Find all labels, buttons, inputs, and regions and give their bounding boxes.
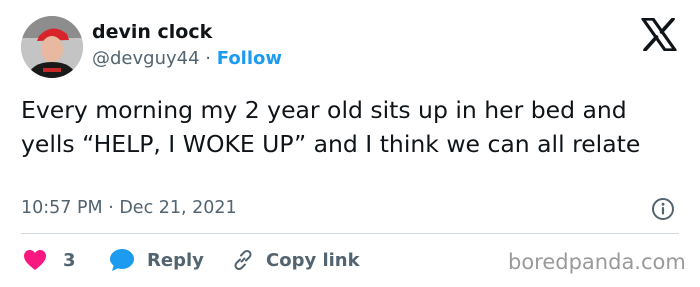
link-icon: [234, 249, 252, 271]
reply-label: Reply: [147, 249, 204, 271]
heart-icon: [24, 250, 46, 270]
watermark: boredpanda.com: [508, 250, 686, 274]
reply-bubble-icon: [110, 249, 134, 271]
handle-separator: ·: [205, 48, 212, 69]
x-logo-icon[interactable]: [641, 18, 677, 51]
author-name[interactable]: devin clock: [92, 21, 212, 43]
tweet-actions: 3 Reply Copy link: [21, 247, 481, 273]
info-icon[interactable]: [651, 197, 675, 221]
follow-button[interactable]: Follow: [217, 48, 282, 69]
avatar[interactable]: [21, 16, 83, 78]
divider: [21, 233, 679, 234]
author-handle[interactable]: @devguy44: [92, 48, 200, 69]
copy-link-button[interactable]: Copy link: [231, 247, 360, 273]
author-handle-line: @devguy44 · Follow: [92, 48, 282, 69]
tweet-timestamp[interactable]: 10:57 PM · Dec 21, 2021: [21, 198, 237, 218]
avatar-photo: [21, 16, 83, 78]
copy-link-label: Copy link: [266, 249, 360, 271]
reply-button[interactable]: Reply: [109, 247, 204, 273]
like-button[interactable]: 3: [23, 247, 76, 273]
like-count: 3: [63, 249, 76, 271]
tweet-text: Every morning my 2 year old sits up in h…: [21, 96, 641, 158]
